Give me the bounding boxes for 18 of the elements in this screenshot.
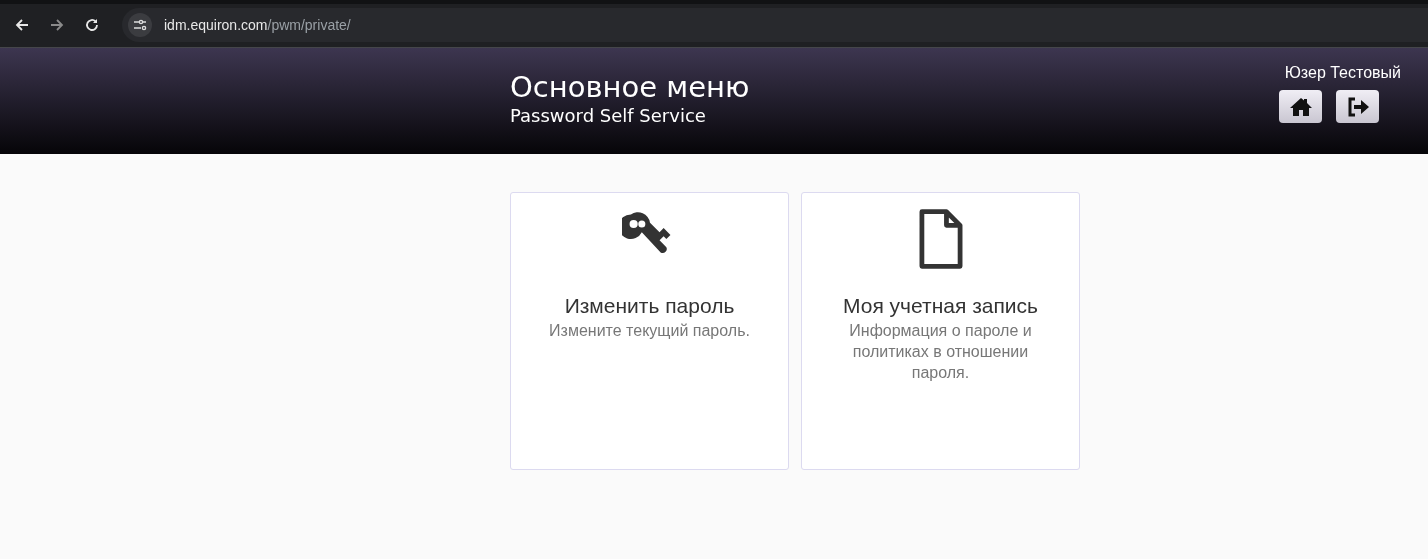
user-name: Юзер Тестовый xyxy=(1284,63,1401,83)
page-title: Основное меню xyxy=(510,70,750,104)
home-button[interactable] xyxy=(1279,90,1322,123)
menu-tile[interactable]: Изменить пароль Измените текущий пароль. xyxy=(510,192,789,470)
logout-button[interactable] xyxy=(1336,90,1379,123)
tile-description: Информация о пароле и политиках в отношении пароля. xyxy=(848,321,1033,383)
tile-description: Измените текущий пароль. xyxy=(548,321,751,341)
page-subtitle: Password Self Service xyxy=(510,104,707,128)
menu-tile[interactable]: Моя учетная запись Информация о пароле и политиках в отношении пароля. xyxy=(801,192,1080,470)
url-path: /pwm/private/ xyxy=(267,17,351,33)
url-host: idm.equiron.com xyxy=(164,17,268,33)
back-icon[interactable] xyxy=(14,17,30,33)
address-bar[interactable]: idm.equiron.com/pwm/private/ xyxy=(122,8,1428,42)
tile-title: Изменить пароль xyxy=(564,293,735,319)
site-settings-icon[interactable] xyxy=(128,13,152,37)
forward-icon[interactable] xyxy=(49,17,65,33)
tile-title: Моя учетная запись xyxy=(843,293,1038,319)
reload-icon[interactable] xyxy=(84,17,100,33)
